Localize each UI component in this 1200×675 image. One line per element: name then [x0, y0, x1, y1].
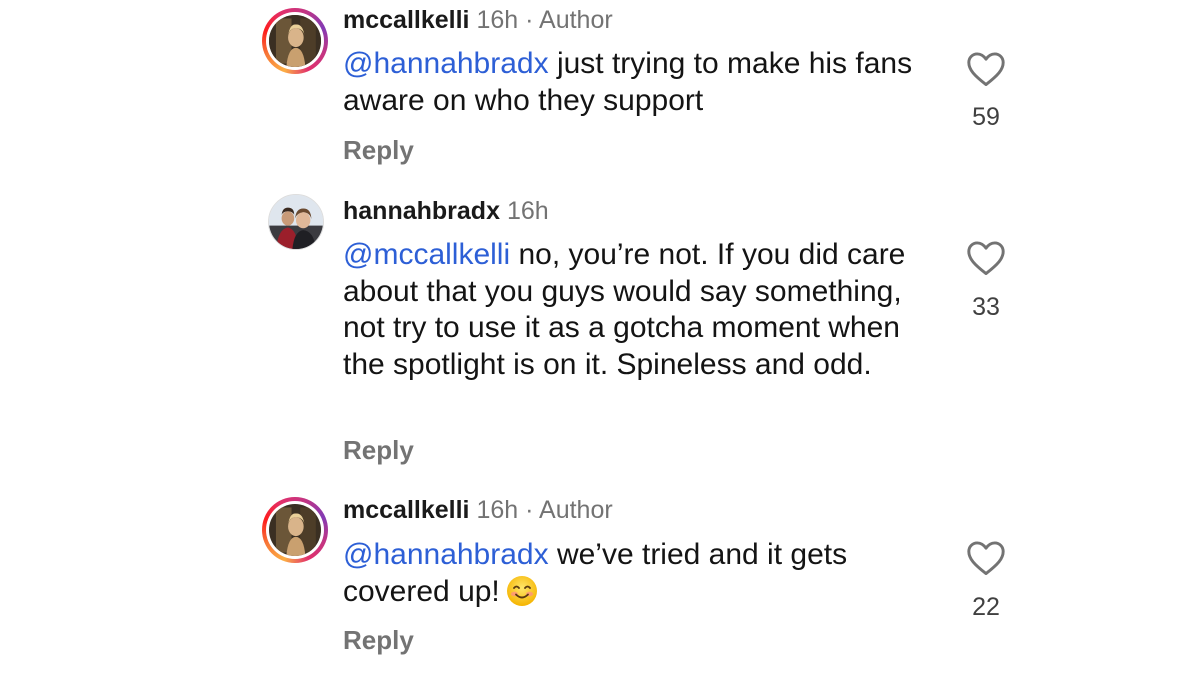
separator: ·	[525, 6, 534, 34]
username[interactable]: mccallkelli	[343, 496, 469, 524]
timestamp: 16h	[476, 6, 519, 34]
mention-link[interactable]: @hannahbradx	[343, 538, 549, 571]
avatar[interactable]	[262, 497, 328, 563]
like-button[interactable]	[966, 240, 1006, 276]
mention-link[interactable]: @hannahbradx	[343, 47, 549, 80]
comment-meta: mccallkelli 16h · Author	[343, 5, 613, 35]
username[interactable]: mccallkelli	[343, 6, 469, 34]
reply-button[interactable]: Reply	[343, 625, 414, 655]
like-button[interactable]	[966, 540, 1006, 576]
heart-outline-icon	[967, 52, 1005, 87]
like-button[interactable]	[966, 51, 1006, 87]
like-count: 33	[972, 293, 1000, 321]
avatar[interactable]	[268, 194, 324, 250]
separator: ·	[525, 496, 534, 524]
timestamp: 16h	[506, 197, 549, 225]
comment-text: @hannahbradx just trying to make his fan…	[343, 46, 943, 119]
avatar[interactable]	[262, 8, 328, 74]
comment-meta: hannahbradx 16h	[343, 196, 549, 226]
username[interactable]: hannahbradx	[343, 197, 500, 225]
like-count: 22	[972, 593, 1000, 621]
comment-text: @mccallkelli no, you’re not. If you did …	[343, 237, 943, 383]
heart-outline-icon	[967, 241, 1005, 276]
author-badge: Author	[539, 6, 613, 34]
comment-meta: mccallkelli 16h · Author	[343, 495, 613, 525]
like-count: 59	[972, 103, 1000, 131]
author-badge: Author	[539, 496, 613, 524]
timestamp: 16h	[476, 496, 519, 524]
reply-button[interactable]: Reply	[343, 435, 414, 465]
heart-outline-icon	[967, 541, 1005, 576]
comment-text: @hannahbradx we’ve tried and it gets cov…	[343, 537, 943, 610]
reply-button[interactable]: Reply	[343, 135, 414, 165]
mention-link[interactable]: @mccallkelli	[343, 238, 510, 271]
smiling-face-emoji-icon	[506, 575, 538, 607]
comment-thread: mccallkelli 16h · Author @hannahbradx ju…	[0, 0, 1200, 675]
